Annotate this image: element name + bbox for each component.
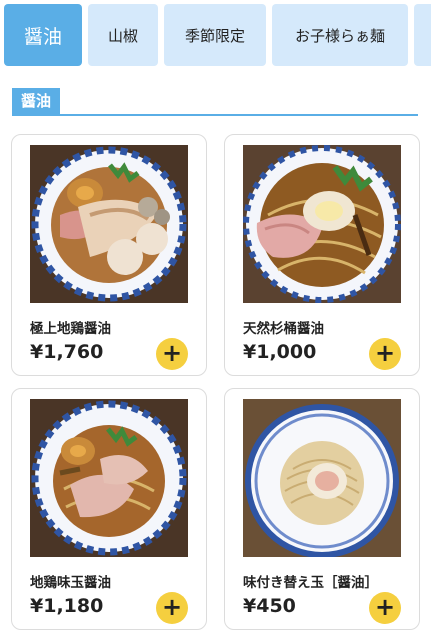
plus-icon: + — [161, 593, 183, 621]
category-tabs: 醤油 山椒 季節限定 お子様らぁ麺 — [0, 0, 431, 72]
item-price: ¥1,000 — [243, 341, 317, 363]
add-to-cart-button[interactable]: + — [156, 338, 188, 370]
menu-item-card[interactable]: 味付き替え玉［醤油］ ¥450 + — [224, 388, 420, 630]
section-header: 醤油 — [12, 88, 418, 116]
tab-more[interactable] — [414, 4, 431, 66]
add-to-cart-button[interactable]: + — [369, 338, 401, 370]
item-name: 地鶏味玉醤油 — [30, 575, 111, 591]
item-name: 天然杉桶醤油 — [243, 321, 324, 337]
item-name: 極上地鶏醤油 — [30, 321, 111, 337]
menu-item-card[interactable]: 極上地鶏醤油 ¥1,760 + — [11, 134, 207, 376]
section-title: 醤油 — [12, 88, 61, 114]
item-price: ¥1,180 — [30, 595, 104, 617]
item-price: ¥1,760 — [30, 341, 104, 363]
add-to-cart-button[interactable]: + — [156, 592, 188, 624]
ramen-bowl-photo — [30, 399, 188, 557]
menu-item-card[interactable]: 地鶏味玉醤油 ¥1,180 + — [11, 388, 207, 630]
tab-seasonal[interactable]: 季節限定 — [164, 4, 266, 66]
plus-icon: + — [374, 339, 396, 367]
tab-shoyu[interactable]: 醤油 — [4, 4, 82, 66]
tab-sansho[interactable]: 山椒 — [88, 4, 158, 66]
ramen-bowl-photo — [30, 145, 188, 303]
plus-icon: + — [161, 339, 183, 367]
noodle-bowl-photo — [243, 399, 401, 557]
plus-icon: + — [374, 593, 396, 621]
add-to-cart-button[interactable]: + — [369, 592, 401, 624]
menu-item-card[interactable]: 天然杉桶醤油 ¥1,000 + — [224, 134, 420, 376]
item-name: 味付き替え玉［醤油］ — [243, 575, 378, 591]
tab-kids[interactable]: お子様らぁ麺 — [272, 4, 408, 66]
item-price: ¥450 — [243, 595, 296, 617]
ramen-bowl-photo — [243, 145, 401, 303]
